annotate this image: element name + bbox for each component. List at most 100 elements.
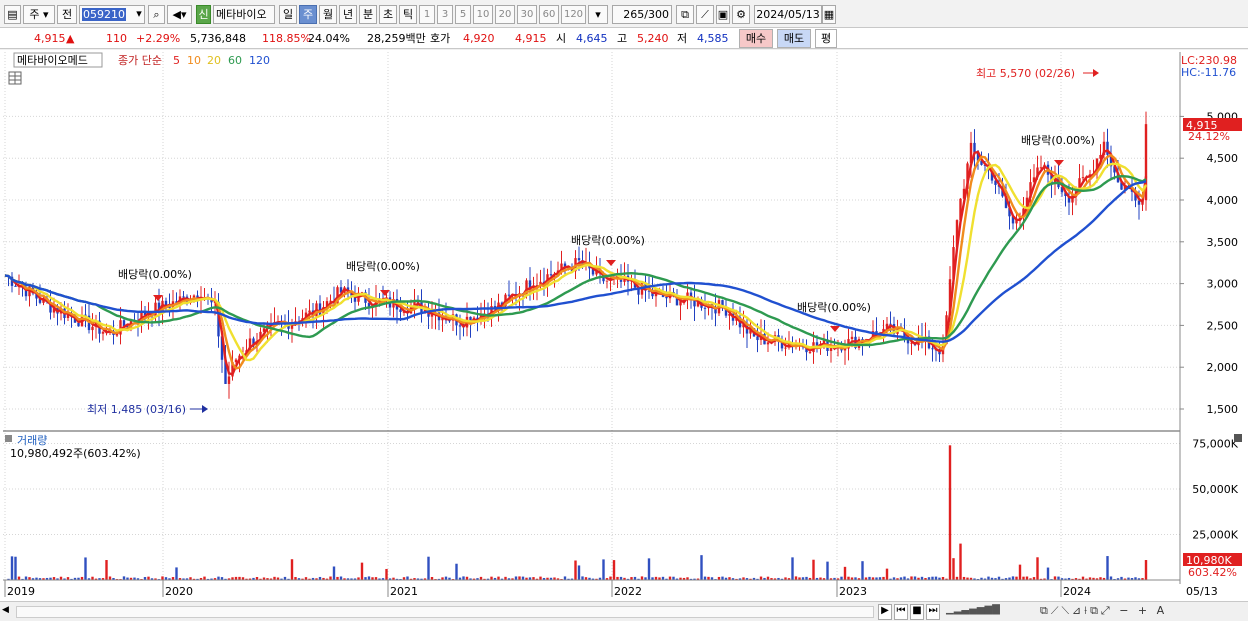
- volume-bar: [217, 576, 220, 580]
- volume-bar: [1106, 556, 1109, 580]
- volume-bar: [1046, 567, 1050, 580]
- chart-area[interactable]: 5,000 4,500 4,000 3,500 3,000 2,500 2,000 1,500…: [0, 50, 1248, 602]
- volume-bar: [1109, 576, 1113, 580]
- volume-bar: [826, 561, 829, 580]
- candle-body: [182, 296, 185, 298]
- chart-svg[interactable]: 5,0004,5004,0003,5003,0002,5002,0001,500…: [0, 50, 1248, 602]
- volume-bar: [668, 576, 672, 580]
- volume-bar: [175, 567, 178, 580]
- forward-icon[interactable]: ⏭: [926, 604, 940, 620]
- eval-button[interactable]: 평: [815, 29, 837, 48]
- type-select[interactable]: 주 ▾: [23, 5, 55, 24]
- candle-body: [154, 302, 157, 317]
- volume-bar: [427, 556, 430, 580]
- volume-bar: [885, 568, 889, 580]
- turnover: 24.04%: [308, 32, 350, 45]
- volume-bar: [17, 576, 21, 580]
- low-annotation: 최저 1,485 (03/16): [87, 403, 186, 416]
- count-input[interactable]: 265/300: [612, 5, 672, 24]
- candle-body: [1081, 177, 1085, 179]
- volume-bar: [161, 576, 164, 580]
- period-minute[interactable]: 분: [359, 5, 377, 24]
- volume-bar: [203, 576, 206, 580]
- candle-body: [931, 348, 934, 350]
- volume-bar: [462, 576, 465, 580]
- market-badge: 신: [196, 5, 211, 24]
- volume-bar: [385, 568, 388, 580]
- candle-body: [234, 359, 238, 363]
- line-tool-icon[interactable]: ⟋: [696, 5, 714, 24]
- speaker-icon[interactable]: ◀▾: [167, 5, 192, 24]
- y-tick-label: 3,500: [1207, 236, 1239, 249]
- interval-1[interactable]: 1: [419, 5, 435, 24]
- volume-bar: [455, 563, 458, 580]
- period-month[interactable]: 월: [319, 5, 337, 24]
- date-input[interactable]: 2024/05/13: [754, 5, 822, 24]
- volume-bar: [700, 555, 703, 580]
- x-end-label: 05/13: [1186, 585, 1218, 598]
- calendar-icon[interactable]: ▦: [822, 5, 836, 24]
- vol-tick-label: 25,000K: [1192, 529, 1238, 542]
- volume-bar: [339, 576, 343, 580]
- interval-120[interactable]: 120: [561, 5, 586, 24]
- candle-body: [665, 296, 668, 299]
- scrollbar-track[interactable]: [16, 606, 874, 618]
- price: 4,915: [34, 32, 66, 45]
- volume-bar: [703, 576, 707, 580]
- prev-button[interactable]: 전: [57, 5, 77, 24]
- volume-bar: [122, 576, 126, 580]
- scroll-left-icon[interactable]: ◀: [2, 605, 14, 619]
- sell-button[interactable]: 매도: [777, 29, 811, 48]
- interval-10[interactable]: 10: [473, 5, 493, 24]
- volume-bar: [934, 576, 938, 580]
- volume-bar: [1144, 560, 1148, 580]
- interval-dropdown[interactable]: ▾: [588, 5, 608, 24]
- dividend-annot-1: 배당락(0.00%): [118, 268, 192, 281]
- period-week[interactable]: 주: [299, 5, 317, 24]
- buy-button[interactable]: 매수: [739, 29, 773, 48]
- period-year[interactable]: 년: [339, 5, 357, 24]
- candle-icon[interactable]: ⧉: [676, 5, 694, 24]
- volume-panel-icon: [5, 435, 12, 442]
- period-day[interactable]: 일: [279, 5, 297, 24]
- volume-bar: [1057, 576, 1060, 580]
- dividend-annot-4: 배당락(0.00%): [797, 301, 871, 314]
- dividend-annot-3: 배당락(0.00%): [571, 234, 645, 247]
- drawing-tools[interactable]: ⧉⟋⟍⊿⟊⧉⤢ − + A: [1040, 604, 1240, 620]
- chevron-down-icon[interactable]: ▾: [133, 5, 145, 24]
- zoom-slider[interactable]: ▁▂▃▄▅▆▇: [946, 604, 1036, 620]
- stop-icon[interactable]: ■: [910, 604, 924, 620]
- save-icon[interactable]: ▣: [716, 5, 730, 24]
- gear-icon[interactable]: ⚙: [732, 5, 750, 24]
- interval-5[interactable]: 5: [455, 5, 471, 24]
- volume-bar: [290, 559, 294, 580]
- volume-bar: [497, 576, 500, 580]
- toolbar: ▤ 주 ▾ 전 059210 ▾ ⌕ ◀▾ 신 메타바이오 일 주 월 년 분 …: [0, 0, 1248, 28]
- candle-body: [318, 303, 322, 316]
- search-icon[interactable]: ⌕: [148, 5, 165, 24]
- play-icon[interactable]: ▶: [878, 604, 892, 620]
- y-tick-label: 1,500: [1207, 403, 1239, 416]
- low-label: 저: [677, 32, 688, 45]
- ask: 4,920: [463, 32, 495, 45]
- interval-60[interactable]: 60: [539, 5, 559, 24]
- candle-body: [308, 310, 311, 313]
- change-pct: +2.29%: [136, 32, 181, 45]
- volume-bar: [108, 576, 112, 580]
- interval-3[interactable]: 3: [437, 5, 453, 24]
- volume-bar: [910, 576, 913, 580]
- interval-30[interactable]: 30: [517, 5, 537, 24]
- volume-bar: [602, 559, 605, 580]
- x-tick-label: 2020: [165, 585, 193, 598]
- open: 4,645: [576, 32, 608, 45]
- period-second[interactable]: 초: [379, 5, 397, 24]
- vol-tick-label: 50,000K: [1192, 483, 1238, 496]
- ma-5: 5: [173, 54, 180, 67]
- rewind-icon[interactable]: ⏮: [894, 604, 908, 620]
- candle-body: [784, 347, 787, 349]
- period-tick[interactable]: 틱: [399, 5, 417, 24]
- window-menu-icon[interactable]: ▤: [4, 5, 21, 24]
- volume-bar: [539, 576, 542, 580]
- volume-bar: [24, 576, 28, 580]
- interval-20[interactable]: 20: [495, 5, 515, 24]
